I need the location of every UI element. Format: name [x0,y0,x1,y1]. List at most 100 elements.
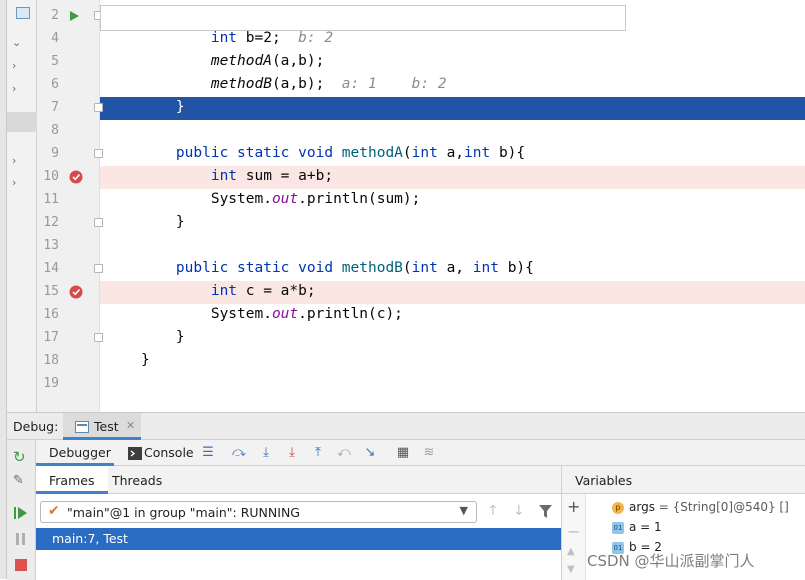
code-line[interactable]: 19 [37,373,805,396]
pause-icon[interactable] [15,532,27,546]
tree-toggle[interactable]: › [7,78,37,101]
line-number: 15 [43,284,59,299]
debug-label: Debug: [13,419,59,434]
code-text[interactable]: int b=2; b: 2 [141,30,333,46]
breakpoint-icon[interactable] [69,285,83,299]
rerun-icon[interactable]: ↻ [13,448,26,466]
add-watch-icon[interactable]: + [567,497,580,516]
step-into-icon[interactable]: ⤓ [258,445,274,461]
code-line[interactable]: 8 [37,120,805,143]
code-line[interactable]: 7 } [51,97,805,120]
code-text[interactable]: System.out.println(c); [141,306,403,322]
code-text[interactable]: } [141,214,185,230]
selected-tree-row [7,112,37,132]
console-tab-label: Console [144,445,194,460]
wrench-icon[interactable]: ✎ [13,473,24,488]
watermark: CSDN @华山派副掌门人 [587,552,755,570]
run-gutter-icon[interactable] [68,10,80,22]
stop-icon[interactable] [15,559,27,571]
code-line[interactable]: 10 int sum = a+b; [43,166,805,189]
line-number: 4 [51,31,59,46]
code-line[interactable]: 16 System.out.println(c); [37,304,805,327]
tree-toggle[interactable]: › [7,55,37,78]
variables-title: Variables [575,473,633,488]
code-text[interactable]: int sum = a+b; [141,168,333,184]
menu-icon[interactable]: ☰ [200,445,216,461]
step-over-icon[interactable]: ⤼ [231,445,247,461]
code-text[interactable]: methodA(a,b); [141,53,325,69]
variable-row[interactable]: p args = {String[0]@540} [] [612,500,789,520]
variable-name: args [629,500,655,514]
code-line[interactable]: 4 int b=2; b: 2 [37,28,805,51]
tree-toggle[interactable]: › [7,172,37,195]
code-text[interactable]: public static void methodA(int a,int b){ [141,145,525,161]
code-line[interactable]: 5 methodA(a,b); [37,51,805,74]
code-text[interactable]: } [141,329,185,345]
force-step-into-icon[interactable]: ⤓ [284,445,300,461]
remove-watch-icon[interactable]: − [567,522,580,541]
fold-marker-icon[interactable] [94,264,103,273]
primitive-icon: 01 [612,521,624,534]
trace-icon[interactable]: ≋ [421,445,437,461]
debug-tab-bar: Debug: Test ✕ [7,413,805,440]
code-text[interactable]: System.out.println(sum); [141,191,421,207]
thread-selector[interactable]: ✔ "main"@1 in group "main": RUNNING ▼ [40,501,477,523]
line-number: 2 [51,8,59,23]
tree-toggle[interactable]: ⌄ [7,32,37,55]
arrow-up-icon[interactable]: ↑ [487,503,499,519]
debug-side-toolbar: ↻ ✎ [7,440,36,580]
move-up-icon[interactable]: ▲ [567,546,575,557]
step-out-icon[interactable]: ⤒ [310,445,326,461]
filter-icon[interactable] [539,505,552,518]
code-text[interactable]: int c = a*b; [141,283,316,299]
resume-icon[interactable] [14,506,28,520]
tree-toggle[interactable]: › [7,150,37,173]
tab-test-session[interactable]: Test ✕ [63,413,141,440]
code-text[interactable]: public static void methodB(int a, int b)… [141,260,534,276]
line-number: 7 [51,100,59,115]
drop-frame-icon[interactable]: ⤺ [336,445,352,461]
code-line[interactable]: 9 public static void methodA(int a,int b… [37,143,805,166]
code-line[interactable]: 13 [37,235,805,258]
fold-marker-icon[interactable] [94,149,103,158]
move-down-icon[interactable]: ▼ [567,564,575,575]
line-number: 6 [51,77,59,92]
code-text[interactable]: } [141,99,185,115]
line-number: 13 [43,238,59,253]
tab-debugger[interactable]: Debugger [36,440,114,466]
code-editor[interactable]: 2 public static void main(String[] args)… [37,0,805,412]
close-icon[interactable]: ✕ [126,419,135,432]
code-line[interactable]: 11 System.out.println(sum); [37,189,805,212]
frames-tabs: Frames Threads [36,466,561,494]
debugger-tab-label: Debugger [49,445,111,460]
variable-row[interactable]: 01 a = 1 [612,520,662,540]
line-number: 9 [51,146,59,161]
code-line[interactable]: 15 int c = a*b; [43,281,805,304]
code-text[interactable]: } [141,352,150,368]
debugger-toolbar: Debugger Console ☰ ⤼ ⤓ ⤓ ⤒ ⤺ ↘ ▦ ≋ [36,440,805,466]
run-to-cursor-icon[interactable]: ↘ [362,445,378,461]
code-line[interactable]: 17 } [37,327,805,350]
tab-threads[interactable]: Threads [108,466,180,494]
breakpoint-icon[interactable] [69,170,83,184]
code-line[interactable]: 14 public static void methodB(int a, int… [37,258,805,281]
line-number: 18 [43,353,59,368]
code-line[interactable]: 18} [37,350,805,373]
fold-marker-icon[interactable] [94,218,103,227]
project-icon[interactable] [7,6,37,29]
fold-marker-icon[interactable] [94,333,103,342]
fold-marker-icon[interactable] [94,103,103,112]
console-icon [128,447,142,460]
line-number: 8 [51,123,59,138]
code-line[interactable]: 12 } [37,212,805,235]
code-text[interactable]: methodB(a,b); a: 1 b: 2 [141,76,447,92]
tab-frames[interactable]: Frames [36,466,108,494]
tab-console[interactable]: Console [124,440,194,466]
parameter-icon: p [612,501,624,514]
chevron-down-icon[interactable]: ▼ [460,504,468,517]
threads-tab-label: Threads [112,473,163,488]
code-line[interactable]: 6 methodB(a,b); a: 1 b: 2 [37,74,805,97]
stack-frame-row[interactable]: main:7, Test [36,528,561,550]
evaluate-expression-icon[interactable]: ▦ [395,445,411,461]
arrow-down-icon[interactable]: ↓ [513,503,525,519]
